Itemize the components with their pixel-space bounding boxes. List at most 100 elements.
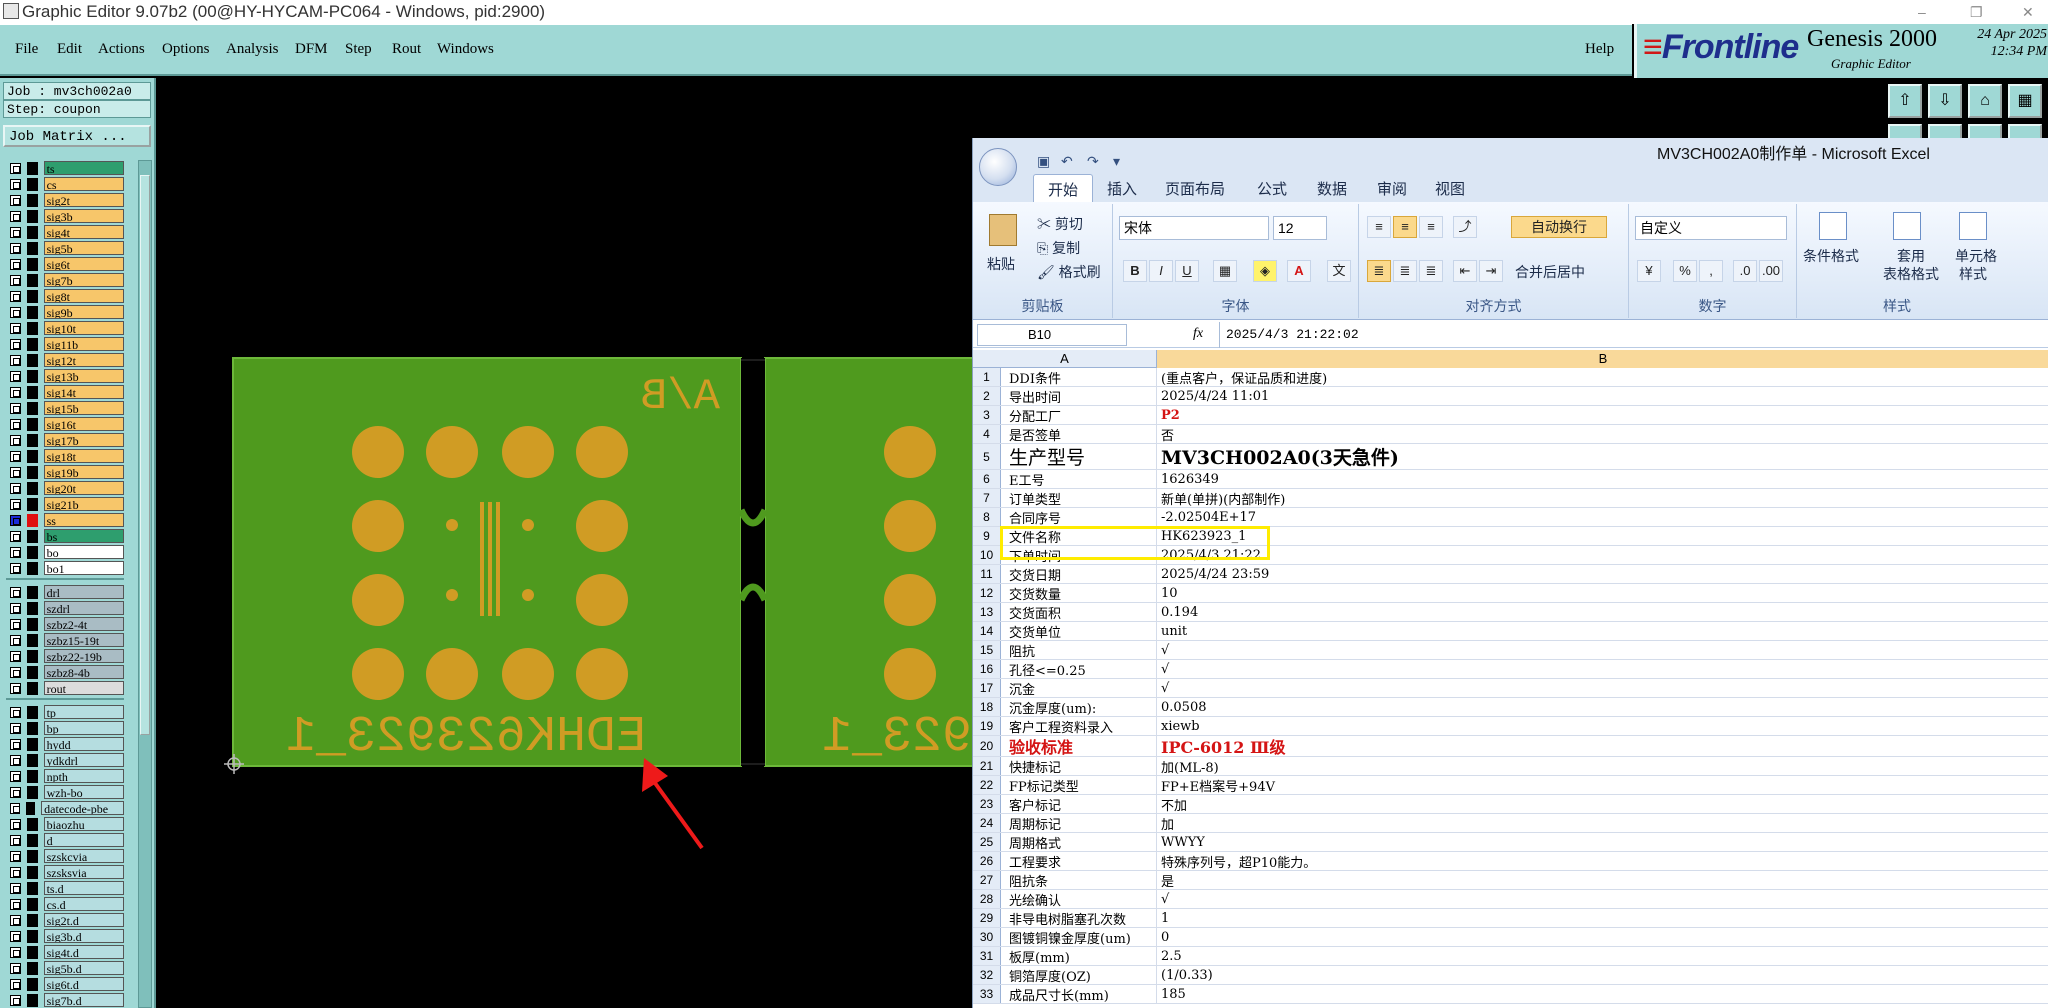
cell-a[interactable]: 客户标记 xyxy=(1009,795,1157,813)
row-number[interactable]: 32 xyxy=(973,966,1001,984)
layer-name[interactable]: npth xyxy=(43,769,124,783)
layer-color-swatch[interactable] xyxy=(26,849,38,863)
cell-a[interactable]: 生产型号 xyxy=(1009,444,1157,469)
layer-checkbox[interactable] xyxy=(10,802,20,814)
cell-a[interactable]: 板厚(mm) xyxy=(1009,947,1157,965)
layer-name[interactable]: sig4t.d xyxy=(43,945,124,959)
cell-b[interactable]: 是 xyxy=(1161,871,2041,890)
font-size-select[interactable]: 12 xyxy=(1273,216,1327,240)
layer-checkbox[interactable] xyxy=(10,770,21,782)
layer-name[interactable]: sig7b.d xyxy=(43,993,124,1007)
row-number[interactable]: 4 xyxy=(973,425,1001,443)
scrollbar-thumb[interactable] xyxy=(140,175,150,735)
menu-edit[interactable]: Edit xyxy=(57,41,82,58)
cell-a[interactable]: 订单类型 xyxy=(1009,489,1157,507)
fill-color-button[interactable]: ◈ xyxy=(1253,260,1277,282)
layer-row[interactable]: biaozhu xyxy=(6,816,124,832)
layer-name[interactable]: sig7b xyxy=(43,273,124,287)
layer-color-swatch[interactable] xyxy=(26,465,38,479)
row-number[interactable]: 11 xyxy=(973,565,1001,583)
layer-row[interactable]: ts xyxy=(6,160,124,176)
layer-color-swatch[interactable] xyxy=(26,961,38,975)
layer-color-swatch[interactable] xyxy=(26,561,38,575)
layer-color-swatch[interactable] xyxy=(26,545,38,559)
cell-a[interactable]: 下单时间 xyxy=(1009,546,1157,564)
layer-row[interactable]: szbz22-19b xyxy=(6,648,124,664)
layer-row[interactable]: sig13b xyxy=(6,368,124,384)
formula-input[interactable]: 2025/4/3 21:22:02 xyxy=(1219,322,1359,348)
layer-name[interactable]: wzh-bo xyxy=(43,785,124,799)
cell-a[interactable]: 客户工程资料录入 xyxy=(1009,717,1157,735)
layer-checkbox[interactable] xyxy=(10,242,21,254)
layer-row[interactable]: sig11b xyxy=(6,336,124,352)
layer-color-swatch[interactable] xyxy=(26,257,38,271)
cell-b[interactable]: MV3CH002A0(3天急件) xyxy=(1161,444,2041,469)
layer-checkbox[interactable] xyxy=(10,194,21,206)
row-number[interactable]: 23 xyxy=(973,795,1001,813)
layer-name[interactable]: biaozhu xyxy=(43,817,124,831)
layer-checkbox[interactable] xyxy=(10,602,21,614)
layer-color-swatch[interactable] xyxy=(26,993,38,1007)
close-button[interactable]: ✕ xyxy=(2022,0,2034,24)
upload-icon[interactable]: ⇧ xyxy=(1888,84,1922,118)
format-painter-button[interactable]: 🖌 格式刷 xyxy=(1037,262,1101,282)
cell-a[interactable]: 交货日期 xyxy=(1009,565,1157,583)
cell-a[interactable]: 非导电树脂塞孔次数 xyxy=(1009,909,1157,927)
layer-color-swatch[interactable] xyxy=(26,585,38,599)
layer-checkbox[interactable] xyxy=(10,258,21,270)
tab-review[interactable]: 审阅 xyxy=(1377,178,1407,199)
office-button-icon[interactable] xyxy=(979,148,1017,186)
layer-name[interactable]: sig11b xyxy=(43,337,124,351)
layer-checkbox[interactable] xyxy=(10,546,21,558)
layer-checkbox[interactable] xyxy=(10,162,21,174)
layer-color-swatch[interactable] xyxy=(26,817,38,831)
align-bottom-button[interactable]: ≡ xyxy=(1419,216,1443,238)
layer-name[interactable]: ts.d xyxy=(43,881,124,895)
layer-row[interactable]: ss xyxy=(6,512,124,528)
layer-name[interactable]: cs.d xyxy=(43,897,124,911)
layer-row[interactable]: szbz8-4b xyxy=(6,664,124,680)
align-center-button[interactable]: ≣ xyxy=(1393,260,1417,282)
layer-checkbox[interactable] xyxy=(10,818,21,830)
wrap-text-button[interactable]: 自动换行 xyxy=(1511,216,1607,238)
layer-row[interactable]: sig2t.d xyxy=(6,912,124,928)
layer-checkbox[interactable] xyxy=(10,306,21,318)
layer-row[interactable]: drl xyxy=(6,584,124,600)
layer-row[interactable]: sig6t.d xyxy=(6,976,124,992)
layer-row[interactable]: npth xyxy=(6,768,124,784)
layer-checkbox[interactable] xyxy=(10,834,21,846)
layer-color-swatch[interactable] xyxy=(26,945,38,959)
layer-row[interactable]: sig8t xyxy=(6,288,124,304)
layer-checkbox[interactable] xyxy=(10,850,21,862)
cell-b[interactable]: 0.194 xyxy=(1161,603,2041,621)
layer-row[interactable]: szsksvia xyxy=(6,864,124,880)
menu-help[interactable]: Help xyxy=(1585,41,1614,58)
layer-checkbox[interactable] xyxy=(10,634,21,646)
layer-checkbox[interactable] xyxy=(10,210,21,222)
format-as-table-label-1[interactable]: 套用 xyxy=(1897,246,1925,266)
align-right-button[interactable]: ≣ xyxy=(1419,260,1443,282)
layer-checkbox[interactable] xyxy=(10,418,21,430)
menu-analysis[interactable]: Analysis xyxy=(226,41,279,58)
layer-row[interactable]: szskcvia xyxy=(6,848,124,864)
layer-checkbox[interactable] xyxy=(10,274,21,286)
cell-a[interactable]: 合同序号 xyxy=(1009,508,1157,526)
layer-row[interactable]: sig3b.d xyxy=(6,928,124,944)
minimize-button[interactable]: – xyxy=(1918,0,1926,24)
layer-checkbox[interactable] xyxy=(10,322,21,334)
layer-scrollbar[interactable] xyxy=(138,160,152,1008)
layer-name[interactable]: sig5b.d xyxy=(43,961,124,975)
layer-row[interactable]: sig19b xyxy=(6,464,124,480)
layer-checkbox[interactable] xyxy=(10,738,21,750)
layer-row[interactable]: ts.d xyxy=(6,880,124,896)
layer-checkbox[interactable] xyxy=(10,898,21,910)
font-color-button[interactable]: A xyxy=(1287,260,1311,282)
row-number[interactable]: 25 xyxy=(973,833,1001,851)
bold-button[interactable]: B xyxy=(1123,260,1147,282)
layer-checkbox[interactable] xyxy=(10,338,21,350)
layer-checkbox[interactable] xyxy=(10,402,21,414)
cell-a[interactable]: 阻抗条 xyxy=(1009,871,1157,889)
cell-styles-icon[interactable] xyxy=(1959,212,1987,240)
layer-color-swatch[interactable] xyxy=(26,513,38,527)
layer-checkbox[interactable] xyxy=(10,754,21,766)
